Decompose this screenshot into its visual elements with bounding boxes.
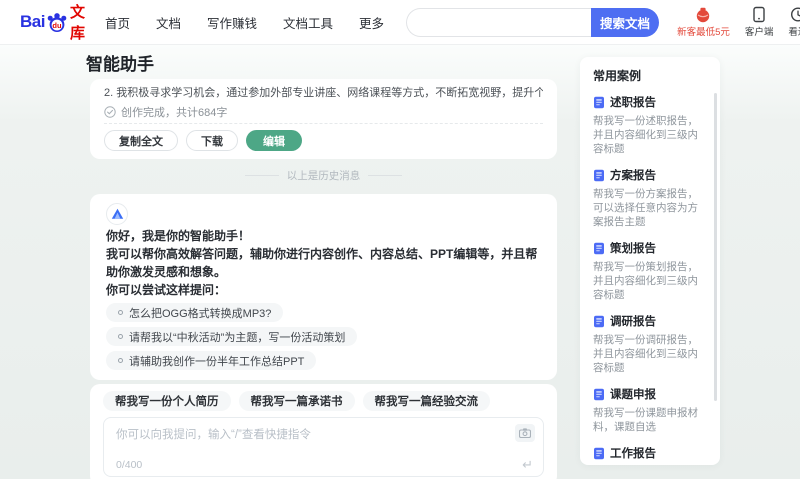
suggested-question-chip[interactable]: 请帮我以“中秋活动”为主题，写一份活动策划 (106, 327, 357, 346)
use-case-description: 帮我写一份课题申报材料，课题自选 (593, 406, 706, 434)
greeting-line-2: 我可以帮你高效解答问题，辅助你进行内容创作、内容总结、PPT编辑等，并且帮助你激… (106, 245, 541, 281)
assistant-greeting-bubble: 你好，我是你的智能助手！ 我可以帮你高效解答问题，辅助你进行内容创作、内容总结、… (90, 194, 557, 380)
use-case-description: 帮我写一份述职报告，并且内容细化到三级内容标题 (593, 114, 706, 156)
promo-entry[interactable]: 新客最低5元 (677, 6, 730, 38)
paw-icon: du (46, 12, 68, 33)
download-button[interactable]: 下载 (186, 130, 238, 151)
divider-line (368, 175, 402, 176)
history-divider-label: 以上是历史消息 (287, 168, 361, 183)
suggested-question-text: 请帮我以“中秋活动”为主题，写一份活动策划 (129, 329, 345, 345)
creation-status: 创作完成，共计684字 (104, 105, 543, 118)
doc-icon (593, 96, 605, 109)
quick-prompt-chip[interactable]: 帮我写一份个人简历 (103, 391, 231, 411)
use-case-label: 调研报告 (610, 313, 656, 329)
baidu-wenku-logo[interactable]: Bai du 文库 (20, 1, 85, 43)
use-case-item[interactable]: 调研报告 帮我写一份调研报告，并且内容细化到三级内容标题 (593, 313, 706, 375)
suggested-question-chip[interactable]: 怎么把OGG格式转换成MP3? (106, 303, 283, 322)
doc-icon (593, 242, 605, 255)
prompt-input-box: 0/400 ↵ (103, 417, 544, 477)
nav-item[interactable]: 首页 (105, 13, 130, 32)
greeting-line-1: 你好，我是你的智能助手！ (106, 227, 541, 245)
top-navbar: Bai du 文库 首页 文档 写作赚钱 文档工具 更多 搜索文档 (0, 0, 800, 45)
use-case-item[interactable]: 方案报告 帮我写一份方案报告，可以选择任意内容为方案报告主题 (593, 167, 706, 229)
logo-text-wenku: 文库 (70, 1, 85, 43)
promo-label: 新客最低5元 (677, 24, 730, 38)
use-case-label: 述职报告 (610, 94, 656, 110)
doc-icon (593, 315, 605, 328)
client-label: 客户端 (745, 24, 774, 38)
sidebar-scrollbar[interactable] (714, 93, 717, 401)
char-counter: 0/400 (116, 459, 142, 471)
suggested-question-text: 怎么把OGG格式转换成MP3? (129, 305, 271, 321)
doc-search: 搜索文档 (406, 8, 659, 37)
suggested-questions: 怎么把OGG格式转换成MP3? 请帮我以“中秋活动”为主题，写一份活动策划 请辅… (106, 303, 541, 370)
svg-text:du: du (52, 20, 62, 29)
divider-line (245, 175, 279, 176)
search-input[interactable] (406, 8, 591, 37)
use-case-list: 述职报告 帮我写一份述职报告，并且内容细化到三级内容标题 (593, 94, 706, 465)
quick-prompt-chip[interactable]: 帮我写一篇承诺书 (239, 391, 355, 411)
image-upload-button[interactable] (515, 424, 535, 442)
chat-panel: 智能助手 2. 我积极寻求学习机会，通过参加外部专业讲座、网络课程等方式，不断拓… (90, 45, 557, 486)
status-text: 创作完成，共计684字 (121, 104, 227, 120)
use-case-description: 帮我写一份方案报告，可以选择任意内容为方案报告主题 (593, 187, 706, 229)
use-case-label: 方案报告 (610, 167, 656, 183)
use-cases-sidebar: 常用案例 述职报告 (580, 57, 720, 465)
use-case-label: 工作报告 (610, 445, 656, 461)
client-entry[interactable]: 客户端 (745, 6, 774, 38)
viewed-entry[interactable]: 看过 (788, 6, 800, 38)
nav-item[interactable]: 文档 (156, 13, 181, 32)
use-case-label: 策划报告 (610, 240, 656, 256)
bullet-icon (118, 358, 123, 363)
copy-all-button[interactable]: 复制全文 (104, 130, 178, 151)
history-divider: 以上是历史消息 (90, 168, 557, 182)
clock-icon (790, 6, 800, 23)
promo-gift-icon (693, 6, 713, 23)
history-message-bubble: 2. 我积极寻求学习机会，通过参加外部专业讲座、网络课程等方式，不断拓宽视野，提… (90, 79, 557, 159)
logo-text-bai: Bai (20, 12, 45, 32)
use-case-item[interactable]: 课题申报 帮我写一份课题申报材料，课题自选 (593, 386, 706, 434)
search-button[interactable]: 搜索文档 (591, 8, 659, 37)
viewed-label: 看过 (788, 24, 800, 38)
quick-prompts: 帮我写一份个人简历帮我写一篇承诺书帮我写一篇经验交流 (103, 391, 544, 411)
page-content: 智能助手 2. 我积极寻求学习机会，通过参加外部专业讲座、网络课程等方式，不断拓… (0, 45, 800, 479)
history-message-text: 2. 我积极寻求学习机会，通过参加外部专业讲座、网络课程等方式，不断拓宽视野，提… (104, 86, 543, 100)
sidebar-title: 常用案例 (593, 67, 706, 84)
main-nav: 首页 文档 写作赚钱 文档工具 更多 (105, 13, 384, 32)
assistant-avatar-icon (106, 203, 128, 225)
doc-icon (593, 447, 605, 460)
composer-card: 帮我写一份个人简历帮我写一篇承诺书帮我写一篇经验交流 0/400 ↵ (90, 384, 557, 486)
greeting-line-3: 你可以尝试这样提问： (106, 281, 541, 299)
page-title: 智能助手 (86, 45, 557, 77)
quick-prompt-chip[interactable]: 帮我写一篇经验交流 (363, 391, 491, 411)
check-circle-icon (104, 106, 116, 118)
phone-icon (752, 6, 766, 23)
doc-icon (593, 388, 605, 401)
header-right: 新客最低5元 客户端 看过 (677, 6, 800, 38)
nav-item[interactable]: 更多 (359, 13, 384, 32)
nav-item[interactable]: 文档工具 (283, 13, 333, 32)
suggested-question-text: 请辅助我创作一份半年工作总结PPT (129, 353, 304, 369)
message-actions: 复制全文 下载 编辑 (104, 130, 543, 151)
use-case-item[interactable]: 策划报告 帮我写一份策划报告，并且内容细化到三级内容标题 (593, 240, 706, 302)
bullet-icon (118, 334, 123, 339)
suggested-question-chip[interactable]: 请辅助我创作一份半年工作总结PPT (106, 351, 316, 370)
nav-item[interactable]: 写作赚钱 (207, 13, 257, 32)
use-case-description: 帮我写一份策划报告，并且内容细化到三级内容标题 (593, 260, 706, 302)
edit-button[interactable]: 编辑 (246, 130, 302, 151)
use-case-description: 帮我写一份调研报告，并且内容细化到三级内容标题 (593, 333, 706, 375)
use-case-label: 课题申报 (610, 386, 656, 402)
enter-send-icon[interactable]: ↵ (522, 457, 533, 473)
use-case-item[interactable]: 工作报告 帮我写一份工作报告，工作类型随机 (593, 445, 706, 465)
bullet-icon (118, 310, 123, 315)
dashed-divider (104, 123, 543, 124)
use-case-item[interactable]: 述职报告 帮我写一份述职报告，并且内容细化到三级内容标题 (593, 94, 706, 156)
doc-icon (593, 169, 605, 182)
prompt-input[interactable] (104, 418, 503, 452)
